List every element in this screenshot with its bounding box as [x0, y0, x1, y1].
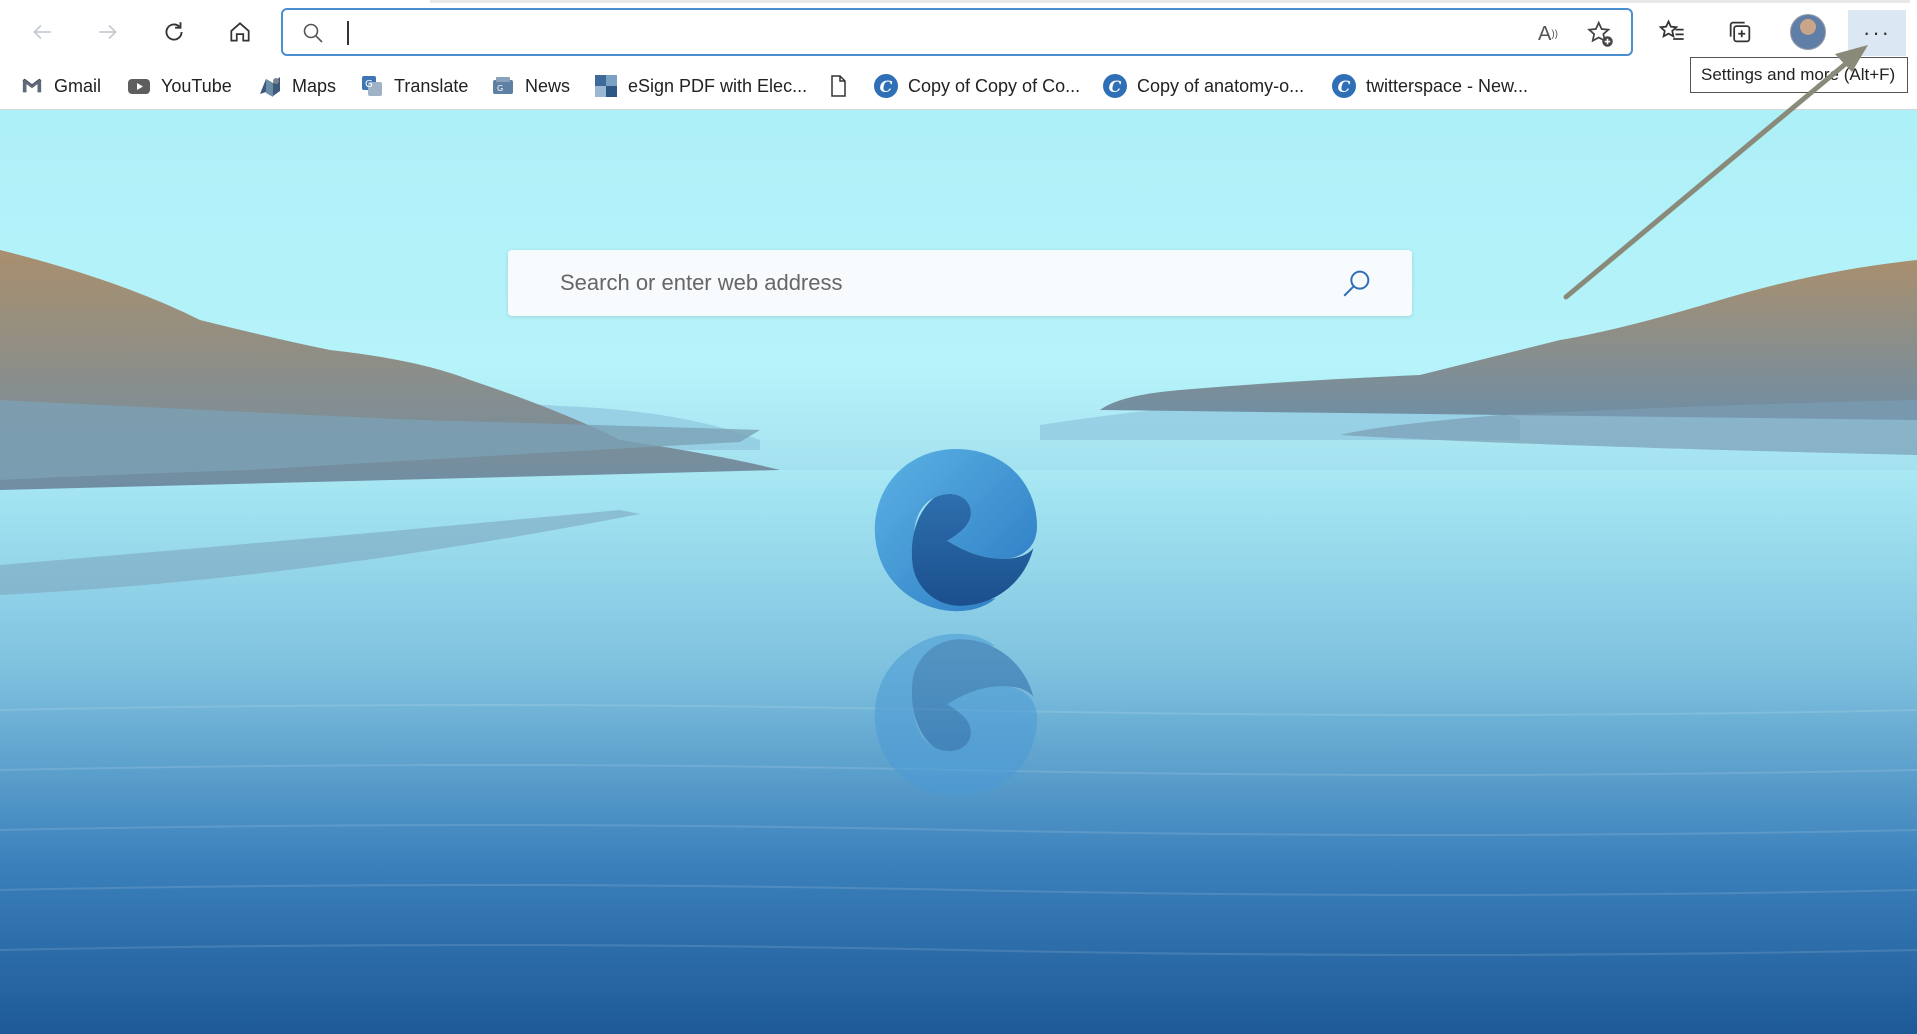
- favorite-esign[interactable]: eSign PDF with Elec...: [594, 71, 807, 101]
- youtube-icon: [127, 74, 151, 98]
- c-icon: C: [1103, 74, 1127, 98]
- address-input[interactable]: [353, 16, 1493, 50]
- favorite-news[interactable]: G News: [491, 71, 570, 101]
- web-search-box[interactable]: [508, 250, 1412, 316]
- favorites-button[interactable]: [1652, 12, 1692, 52]
- arrow-right-icon: [99, 24, 117, 40]
- settings-tooltip: Settings and more (Alt+F): [1690, 57, 1908, 93]
- favorite-label: News: [525, 75, 571, 96]
- search-icon[interactable]: [1340, 266, 1374, 300]
- text-caret: [347, 21, 349, 45]
- favorite-untitled[interactable]: [826, 71, 860, 101]
- favorite-label: Maps: [292, 75, 337, 96]
- file-icon: [826, 74, 850, 98]
- favorite-label: YouTube: [161, 75, 232, 96]
- collections-icon: [1729, 21, 1751, 43]
- home-button[interactable]: [220, 12, 260, 52]
- favorite-youtube[interactable]: YouTube: [127, 71, 232, 101]
- favorite-label: Copy of anatomy-o...: [1137, 75, 1305, 96]
- search-icon: [303, 23, 323, 43]
- gmail-icon: [20, 74, 44, 98]
- news-icon: G: [491, 74, 515, 98]
- svg-text:G: G: [497, 84, 503, 93]
- read-aloud-icon[interactable]: A)): [1533, 19, 1563, 49]
- favorite-label: Copy of Copy of Co...: [908, 75, 1081, 96]
- home-icon: [230, 22, 250, 42]
- avatar: [1790, 14, 1826, 50]
- edge-logo: [874, 449, 1037, 612]
- favorite-copy-of-anatomy[interactable]: C Copy of anatomy-o...: [1103, 71, 1304, 101]
- favorites-icon: [1658, 19, 1684, 40]
- star-add-icon[interactable]: [1585, 19, 1615, 49]
- refresh-icon: [165, 22, 183, 41]
- web-search-input[interactable]: [560, 264, 1320, 302]
- favorite-twitterspace[interactable]: C twitterspace - New...: [1332, 71, 1528, 101]
- forward-button[interactable]: [88, 12, 128, 52]
- svg-text:G: G: [365, 79, 373, 90]
- esign-icon: [594, 74, 618, 98]
- maps-icon: [258, 74, 282, 98]
- collections-button[interactable]: [1720, 12, 1760, 52]
- address-bar[interactable]: A)): [281, 8, 1633, 56]
- tab-strip-edge: [430, 0, 1910, 3]
- more-icon: ···: [1863, 20, 1891, 45]
- settings-and-more-button[interactable]: ···: [1848, 10, 1906, 56]
- favorite-label: Translate: [394, 75, 469, 96]
- back-button[interactable]: [22, 12, 62, 52]
- favorite-translate[interactable]: G Translate: [360, 71, 468, 101]
- favorite-label: twitterspace - New...: [1366, 75, 1529, 96]
- favorites-bar: Gmail YouTube Maps G Translate G News eS…: [0, 64, 1917, 110]
- c-icon: C: [1332, 74, 1356, 98]
- new-tab-page: [0, 110, 1917, 1034]
- favorite-gmail[interactable]: Gmail: [20, 71, 101, 101]
- favorite-label: Gmail: [54, 75, 102, 96]
- arrow-left-icon: [33, 24, 51, 40]
- c-icon: C: [874, 74, 898, 98]
- edge-logo-reflection: [874, 633, 1037, 796]
- profile-button[interactable]: [1788, 12, 1828, 52]
- favorite-label: eSign PDF with Elec...: [628, 75, 808, 96]
- favorite-copy-of-copy[interactable]: C Copy of Copy of Co...: [874, 71, 1080, 101]
- refresh-button[interactable]: [154, 12, 194, 52]
- translate-icon: G: [360, 74, 384, 98]
- favorite-maps[interactable]: Maps: [258, 71, 336, 101]
- browser-toolbar: A)) ···: [0, 0, 1917, 64]
